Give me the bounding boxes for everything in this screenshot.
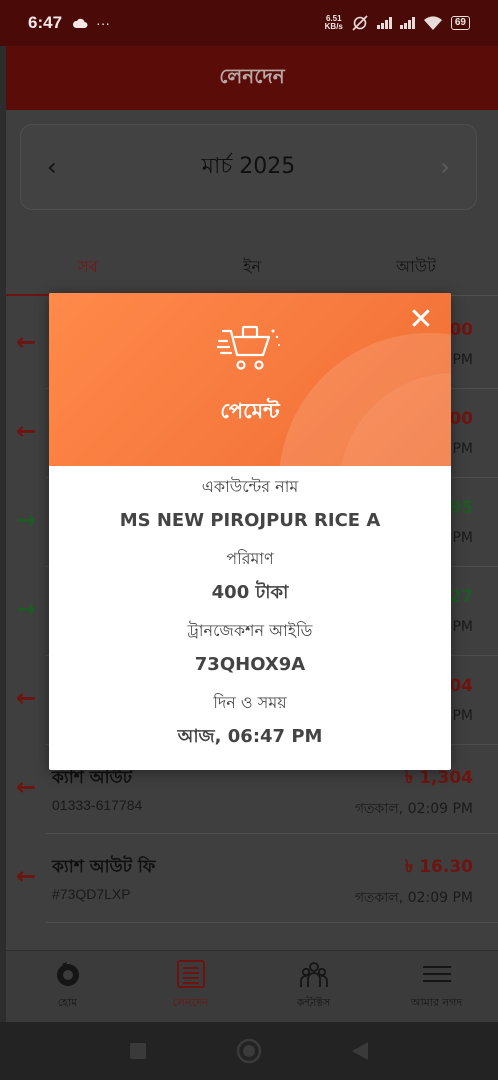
transaction-time: PM xyxy=(452,530,473,546)
arrow-out-icon: ← xyxy=(16,773,37,801)
nav-home-label: হোম xyxy=(57,996,78,1009)
month-selector: ‹ মার্চ 2025 › xyxy=(20,124,477,210)
alarm-off-icon xyxy=(352,15,368,31)
more-dots-icon: ··· xyxy=(96,15,111,31)
cloud-icon xyxy=(72,18,88,28)
back-triangle-icon[interactable] xyxy=(350,1040,370,1062)
modal-title: পেমেন্ট xyxy=(220,399,280,423)
amount-value: 400 টাকা xyxy=(211,582,289,603)
transaction-row[interactable]: ← ক্যাশ আউট ফি #73QD7LXP ৳ 16.30 গতকাল, … xyxy=(16,834,498,923)
transaction-time: PM xyxy=(452,619,473,635)
system-nav-bar xyxy=(0,1022,498,1080)
arrow-out-icon: ← xyxy=(16,684,37,712)
transaction-time: PM xyxy=(452,352,473,368)
transaction-name: ক্যাশ আউট ফি xyxy=(52,857,156,877)
transaction-amount: ৳ 16.30 xyxy=(404,857,473,877)
arrow-in-icon: → xyxy=(16,506,37,534)
transaction-time: গতকাল, 02:09 PM xyxy=(354,801,473,817)
tab-out[interactable]: আউট xyxy=(334,240,498,295)
arrow-out-icon: ← xyxy=(16,328,37,356)
transaction-id-value: 73QHOX9A xyxy=(194,654,306,675)
payment-detail-modal: ✕ পেমেন্ট একাউন্টের নাম MS NEW PIROJPUR … xyxy=(49,293,451,770)
month-label: মার্চ 2025 xyxy=(201,153,296,179)
nav-transactions-label: লেনদেন xyxy=(172,996,209,1009)
nav-transactions[interactable]: লেনদেন xyxy=(129,951,252,1022)
nav-home[interactable]: হোম xyxy=(6,951,129,1022)
status-right: 6.51 KB/s 69 xyxy=(325,15,470,31)
modal-header: ✕ পেমেন্ট xyxy=(49,293,451,466)
bottom-nav: হোম লেনদেন কন্টাক্টস আমার নগদ xyxy=(6,950,498,1022)
arrow-out-icon: ← xyxy=(16,862,37,890)
account-name-value: MS NEW PIROJPUR RICE A xyxy=(119,510,381,531)
filter-tabs: সব ইন আউট xyxy=(6,240,498,296)
modal-body: একাউন্টের নাম MS NEW PIROJPUR RICE A পরি… xyxy=(49,466,451,764)
arrow-in-icon: → xyxy=(16,595,37,623)
app-header: লেনদেন xyxy=(6,46,498,110)
signal-2-icon xyxy=(399,17,415,29)
receipt-list-icon xyxy=(176,960,205,988)
nav-my-nagad-label: আমার নগদ xyxy=(410,996,463,1009)
tab-all[interactable]: সব xyxy=(6,240,170,296)
amount-label: পরিমাণ xyxy=(226,549,274,568)
transaction-time: PM xyxy=(452,441,473,457)
transaction-time: গতকাল, 02:09 PM xyxy=(354,890,473,906)
transaction-subtitle: 01333-617784 xyxy=(52,797,143,813)
hamburger-menu-icon xyxy=(422,966,451,982)
contacts-group-icon xyxy=(299,962,328,987)
close-button[interactable]: ✕ xyxy=(407,305,435,335)
recents-square-icon[interactable] xyxy=(128,1041,148,1061)
page-title: লেনদেন xyxy=(219,63,285,88)
transaction-subtitle: #73QD7LXP xyxy=(52,886,131,902)
nav-contacts-label: কন্টাক্টস xyxy=(296,996,331,1009)
next-month-button[interactable]: › xyxy=(440,153,450,181)
transaction-time: PM xyxy=(452,708,473,724)
nav-my-nagad[interactable]: আমার নগদ xyxy=(375,951,498,1022)
datetime-value: আজ, 06:47 PM xyxy=(177,726,323,747)
datetime-label: দিন ও সময় xyxy=(213,693,287,712)
net-speed: 6.51 KB/s xyxy=(324,14,343,31)
transaction-id-label: ট্রানজেকশন আইডি xyxy=(187,621,313,640)
status-bar: 6:47 ··· 6.51 KB/s 69 xyxy=(0,0,498,46)
signal-1-icon xyxy=(376,17,392,29)
home-circle-icon[interactable] xyxy=(236,1038,262,1064)
battery-icon: 69 xyxy=(450,16,470,30)
wifi-icon xyxy=(423,15,442,30)
status-time: 6:47 xyxy=(28,13,63,32)
prev-month-button[interactable]: ‹ xyxy=(47,153,57,181)
home-logo-icon xyxy=(56,962,79,986)
tab-in[interactable]: ইন xyxy=(170,240,334,295)
arrow-out-icon: ← xyxy=(16,417,37,445)
status-left-icons: ··· xyxy=(72,15,110,31)
shopping-cart-icon xyxy=(217,325,280,370)
account-name-label: একাউন্টের নাম xyxy=(201,477,299,496)
nav-contacts[interactable]: কন্টাক্টস xyxy=(252,951,375,1022)
